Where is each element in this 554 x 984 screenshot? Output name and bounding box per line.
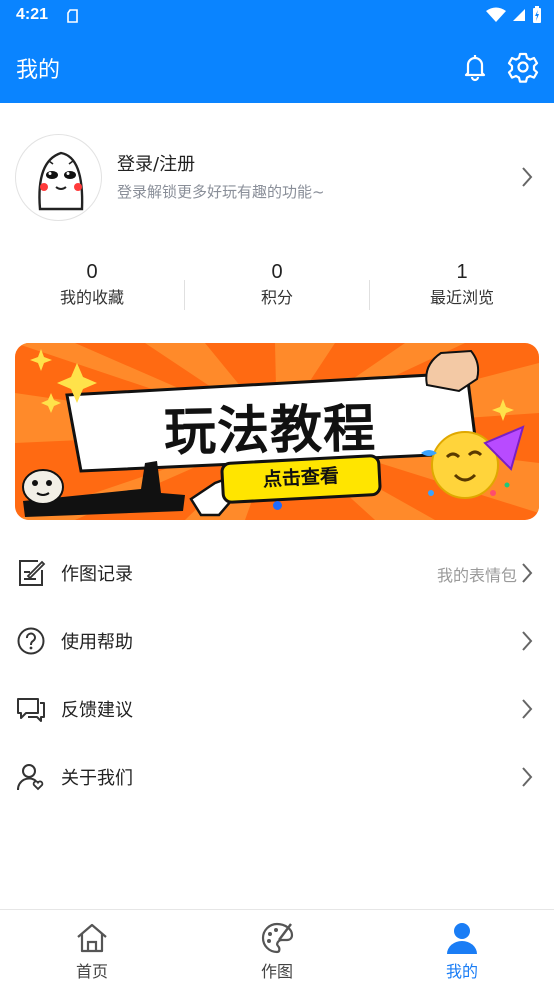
- status-time: 4:21: [16, 6, 49, 23]
- bell-icon[interactable]: [460, 52, 490, 86]
- edit-record-icon: [16, 558, 46, 588]
- profile-login-row[interactable]: 登录/注册 登录解锁更多好玩有趣的功能~: [0, 130, 554, 224]
- feedback-icon: [16, 694, 46, 724]
- menu-item-help[interactable]: 使用帮助: [0, 606, 554, 674]
- stat-label: 积分: [260, 288, 293, 307]
- about-icon: [16, 762, 46, 792]
- chevron-right-icon: [520, 562, 534, 588]
- gear-icon[interactable]: [507, 51, 539, 87]
- menu-item-feedback[interactable]: 反馈建议: [0, 674, 554, 742]
- menu-item-about[interactable]: 关于我们: [0, 742, 554, 810]
- chevron-right-icon: [520, 630, 534, 656]
- status-icons: [486, 6, 542, 24]
- signal-icon: [513, 9, 525, 21]
- chevron-right-icon: [520, 166, 534, 192]
- wifi-icon: [486, 7, 506, 22]
- menu-label: 作图记录: [61, 564, 133, 585]
- stat-favorites[interactable]: 0 我的收藏: [0, 258, 184, 310]
- avatar[interactable]: [15, 134, 102, 221]
- battery-icon: [533, 6, 541, 23]
- menu-extra-text: 我的表情包: [436, 566, 517, 585]
- banner-title: 玩法教程: [163, 399, 377, 463]
- login-subtitle: 登录解锁更多好玩有趣的功能~: [117, 183, 325, 201]
- menu-label: 反馈建议: [61, 700, 133, 721]
- palette-icon: [259, 920, 295, 956]
- bottom-navigation: 首页 作图 我的: [0, 909, 554, 984]
- stat-value: 1: [456, 261, 468, 283]
- stat-recent[interactable]: 1 最近浏览: [370, 258, 554, 310]
- nav-label: 首页: [75, 962, 108, 981]
- login-title[interactable]: 登录/注册: [117, 150, 195, 176]
- nav-home[interactable]: 首页: [0, 910, 184, 984]
- stat-label: 我的收藏: [59, 288, 124, 307]
- help-icon: [16, 626, 46, 656]
- nav-label: 我的: [445, 962, 478, 981]
- banner-page-indicator: [273, 501, 282, 510]
- menu-label: 关于我们: [61, 768, 133, 789]
- sd-card-icon: [66, 8, 80, 27]
- stat-value: 0: [86, 261, 98, 283]
- menu-item-draw-records[interactable]: 作图记录 我的表情包: [0, 538, 554, 606]
- chevron-right-icon: [520, 766, 534, 792]
- page-title: 我的: [16, 58, 61, 83]
- banner-view-button[interactable]: 点击查看: [220, 453, 382, 505]
- stat-points[interactable]: 0 积分: [185, 258, 369, 310]
- menu-label: 使用帮助: [61, 632, 133, 653]
- home-icon: [74, 920, 110, 956]
- chevron-right-icon: [520, 698, 534, 724]
- nav-draw[interactable]: 作图: [185, 910, 369, 984]
- user-icon: [444, 920, 480, 956]
- top-app-bar: 4:21 我的: [0, 0, 554, 103]
- stats-row: 0 我的收藏 0 积分 1 最近浏览: [0, 258, 554, 318]
- status-bar: 4:21: [0, 0, 554, 32]
- stat-value: 0: [271, 261, 283, 283]
- nav-label: 作图: [260, 962, 293, 981]
- nav-mine[interactable]: 我的: [370, 910, 554, 984]
- stat-label: 最近浏览: [429, 288, 494, 307]
